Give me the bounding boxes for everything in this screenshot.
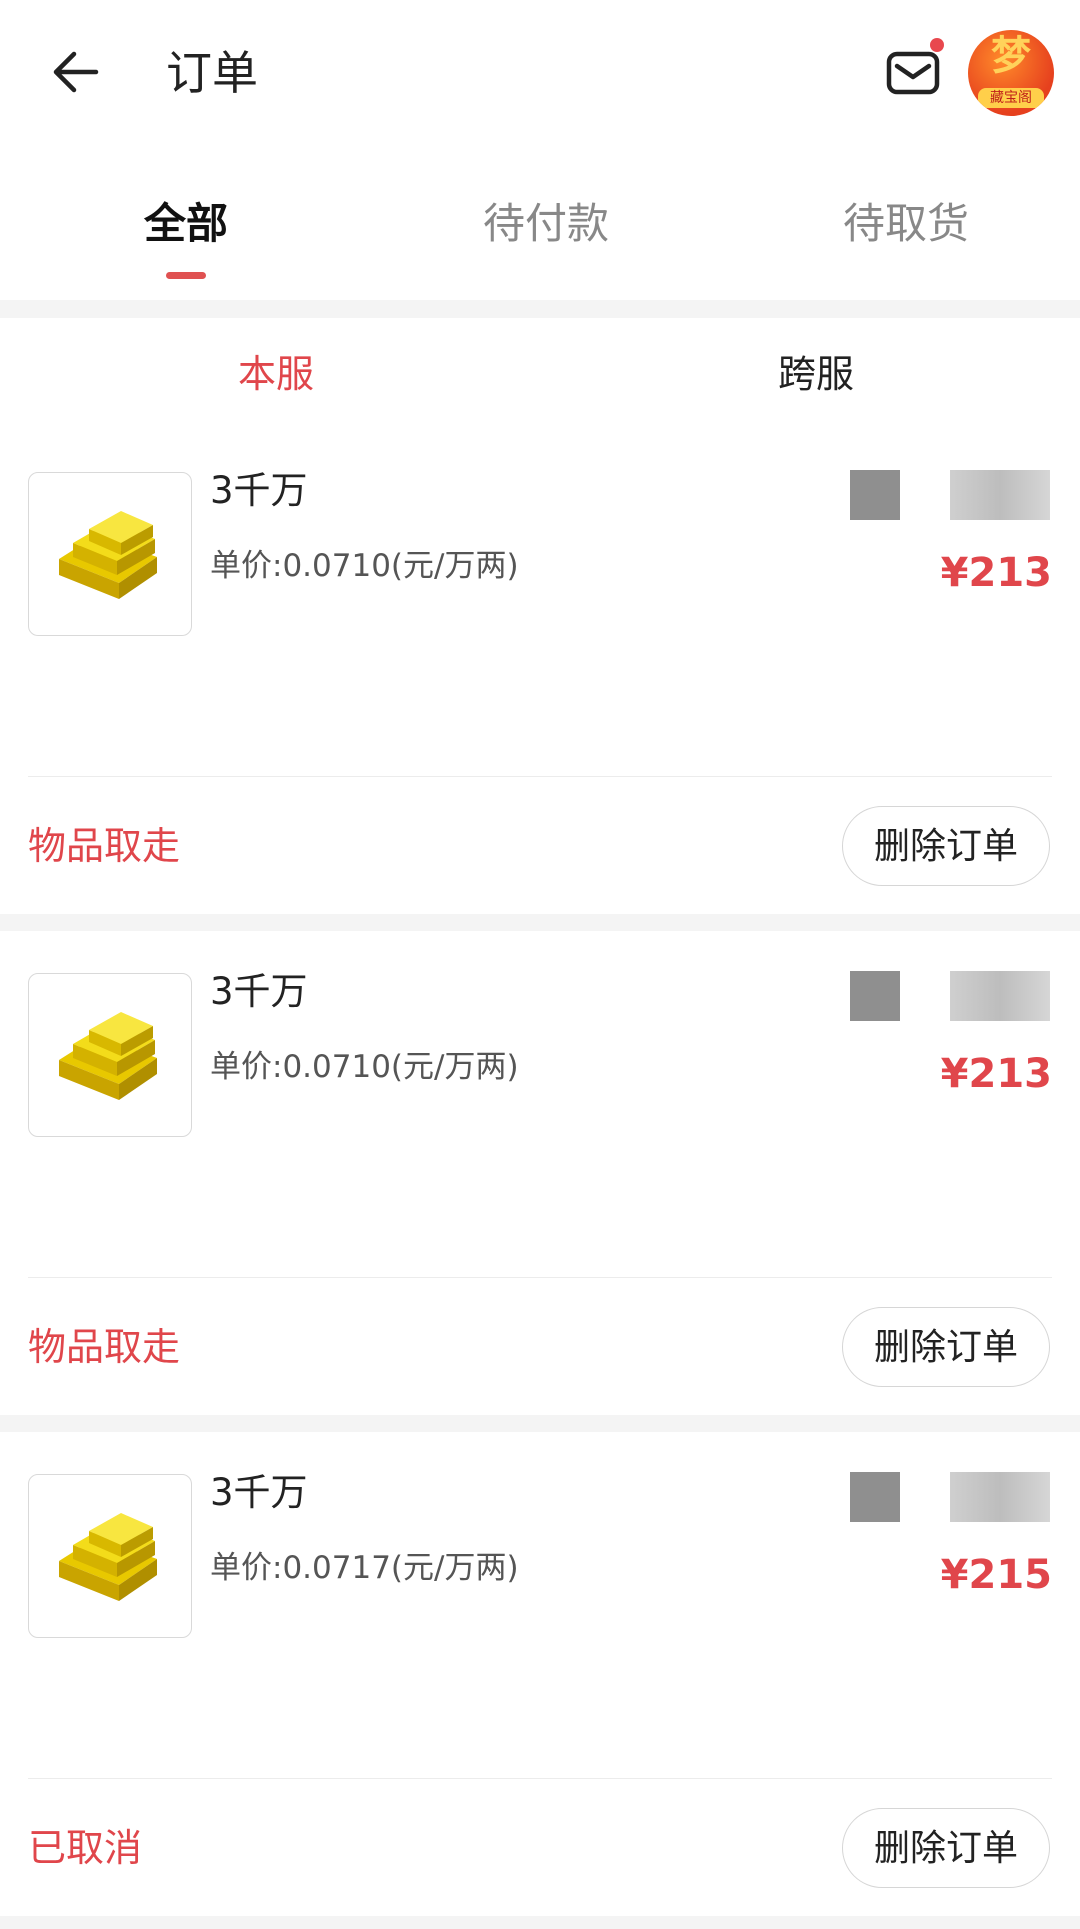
gold-ingot-icon — [59, 511, 157, 599]
gold-ingot-icon — [59, 1012, 157, 1100]
item-name: 3千万 — [210, 469, 308, 512]
item-name: 3千万 — [210, 1471, 308, 1514]
order-card[interactable]: 3千万 单价:0.0710(元/万两) ¥213 物品取走 删除订单 — [0, 931, 1080, 1415]
item-thumbnail — [28, 1474, 192, 1638]
divider — [28, 1277, 1052, 1278]
order-status: 物品取走 — [28, 824, 181, 868]
mail-icon — [886, 51, 940, 95]
order-price: ¥213 — [940, 550, 1052, 596]
redacted-block — [950, 470, 1050, 520]
tab-pending-payment[interactable]: 待付款 — [446, 196, 646, 252]
tab-pending-pickup[interactable]: 待取货 — [806, 196, 1006, 252]
order-status: 已取消 — [28, 1826, 143, 1870]
subtab-this-server[interactable]: 本服 — [166, 348, 386, 400]
order-price: ¥213 — [940, 1051, 1052, 1097]
unit-price: 单价:0.0717(元/万两) — [210, 1550, 519, 1586]
redacted-block — [850, 470, 900, 520]
unit-price: 单价:0.0710(元/万两) — [210, 548, 519, 584]
delete-order-button[interactable]: 删除订单 — [842, 1808, 1050, 1888]
mail-button[interactable] — [884, 44, 942, 102]
unit-price: 单价:0.0710(元/万两) — [210, 1049, 519, 1085]
avatar[interactable]: 梦 藏宝阁 — [968, 30, 1054, 116]
order-price: ¥215 — [940, 1552, 1052, 1598]
arrow-left-icon — [53, 51, 99, 93]
tab-active-indicator — [166, 272, 206, 279]
avatar-logo-text: 梦 — [991, 33, 1031, 79]
tab-all[interactable]: 全部 — [86, 196, 286, 252]
redacted-block — [850, 971, 900, 1021]
item-thumbnail — [28, 472, 192, 636]
redacted-block — [950, 971, 1050, 1021]
order-card[interactable]: 3千万 单价:0.0717(元/万两) ¥215 已取消 删除订单 — [0, 1432, 1080, 1916]
avatar-logo-subtext: 藏宝阁 — [978, 88, 1044, 108]
divider — [28, 1778, 1052, 1779]
order-tabs: 全部 待付款 待取货 — [0, 148, 1080, 300]
gold-ingot-icon — [59, 1513, 157, 1601]
page-title: 订单 — [166, 46, 258, 100]
order-card[interactable]: 3千万 单价:0.0710(元/万两) ¥213 物品取走 删除订单 — [0, 430, 1080, 914]
top-bar: 订单 梦 藏宝阁 — [0, 0, 1080, 149]
delete-order-button[interactable]: 删除订单 — [842, 806, 1050, 886]
redacted-block — [850, 1472, 900, 1522]
notification-dot — [930, 38, 944, 52]
item-name: 3千万 — [210, 970, 308, 1013]
divider — [28, 776, 1052, 777]
order-status: 物品取走 — [28, 1325, 181, 1369]
item-thumbnail — [28, 973, 192, 1137]
delete-order-button[interactable]: 删除订单 — [842, 1307, 1050, 1387]
redacted-block — [950, 1472, 1050, 1522]
server-tabs: 本服 跨服 — [0, 318, 1080, 431]
subtab-cross-server[interactable]: 跨服 — [706, 348, 926, 400]
back-button[interactable] — [40, 36, 112, 108]
